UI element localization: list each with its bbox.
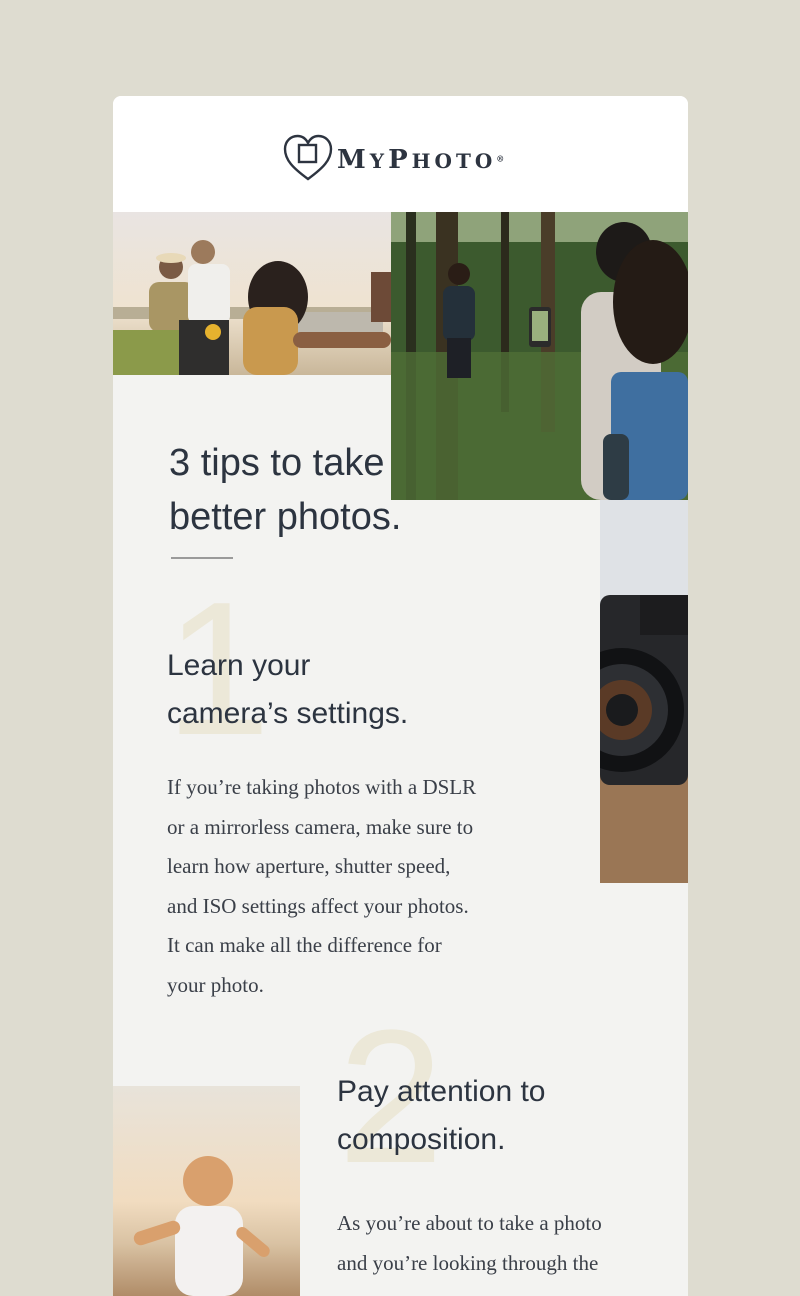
tip-2-body: As you’re about to take a photo and you’… — [337, 1211, 602, 1275]
tip-1-body: If you’re taking photos with a DSLR or a… — [167, 775, 477, 997]
tip-2-heading: Pay attention to composition. — [337, 1075, 546, 1156]
header: MYPHOTO® — [113, 96, 688, 212]
brand-logo[interactable]: MYPHOTO® — [283, 134, 504, 182]
heart-photo-icon — [283, 134, 333, 181]
tip-1-heading: Learn your camera’s settings. — [167, 649, 409, 730]
camera-photo — [600, 500, 688, 883]
family-photo — [113, 212, 391, 375]
brand-wordmark: MYPHOTO® — [337, 145, 505, 175]
title-divider — [171, 557, 233, 559]
article-title: 3 tips to take better photos. — [169, 442, 402, 538]
email-card: MYPHOTO® 3 tips to take better photos. 1… — [113, 96, 688, 1296]
child-beach-photo — [113, 1086, 300, 1296]
